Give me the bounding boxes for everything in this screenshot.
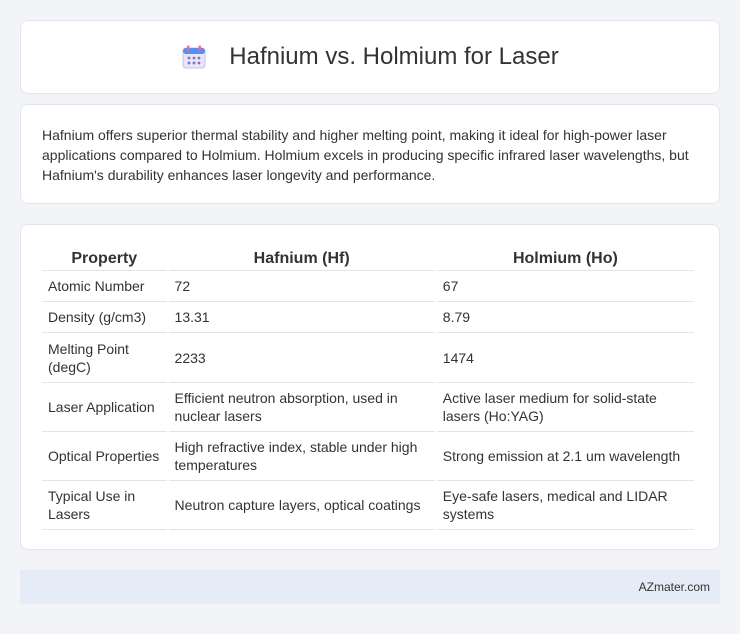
footer: AZmater.com [20,570,720,604]
footer-site-link[interactable]: AZmater.com [639,580,710,594]
hafnium-cell: Neutron capture layers, optical coatings [168,481,435,530]
hafnium-cell: 72 [168,271,435,302]
calendar-icon [181,44,207,70]
intro-text: Hafnium offers superior thermal stabilit… [42,127,689,183]
hafnium-cell: High refractive index, stable under high… [168,432,435,481]
property-cell: Density (g/cm3) [42,302,167,333]
header-holmium: Holmium (Ho) [436,245,694,271]
holmium-cell: Strong emission at 2.1 um wavelength [436,432,694,481]
hafnium-cell: Efficient neutron absorption, used in nu… [168,383,435,432]
header-hafnium: Hafnium (Hf) [168,245,435,271]
table-row: Atomic Number 72 67 [42,271,694,302]
holmium-cell: 8.79 [436,302,694,333]
holmium-cell: Eye-safe lasers, medical and LIDAR syste… [436,481,694,530]
table-row: Density (g/cm3) 13.31 8.79 [42,302,694,333]
property-cell: Typical Use in Lasers [42,481,167,530]
table-row: Optical Properties High refractive index… [42,432,694,481]
holmium-cell: Active laser medium for solid-state lase… [436,383,694,432]
property-cell: Atomic Number [42,271,167,302]
hafnium-cell: 13.31 [168,302,435,333]
table-row: Laser Application Efficient neutron abso… [42,383,694,432]
holmium-cell: 1474 [436,333,694,383]
table-header-row: Property Hafnium (Hf) Holmium (Ho) [42,245,694,271]
comparison-card: Property Hafnium (Hf) Holmium (Ho) Atomi… [20,224,720,550]
header-property: Property [42,245,167,271]
comparison-table: Property Hafnium (Hf) Holmium (Ho) Atomi… [40,245,696,530]
property-cell: Melting Point (degC) [42,333,167,383]
property-cell: Laser Application [42,383,167,432]
hafnium-cell: 2233 [168,333,435,383]
table-row: Typical Use in Lasers Neutron capture la… [42,481,694,530]
title-card: Hafnium vs. Holmium for Laser [20,20,720,94]
intro-card: Hafnium offers superior thermal stabilit… [20,104,720,204]
holmium-cell: 67 [436,271,694,302]
page-title: Hafnium vs. Holmium for Laser [229,43,559,70]
table-row: Melting Point (degC) 2233 1474 [42,333,694,383]
property-cell: Optical Properties [42,432,167,481]
